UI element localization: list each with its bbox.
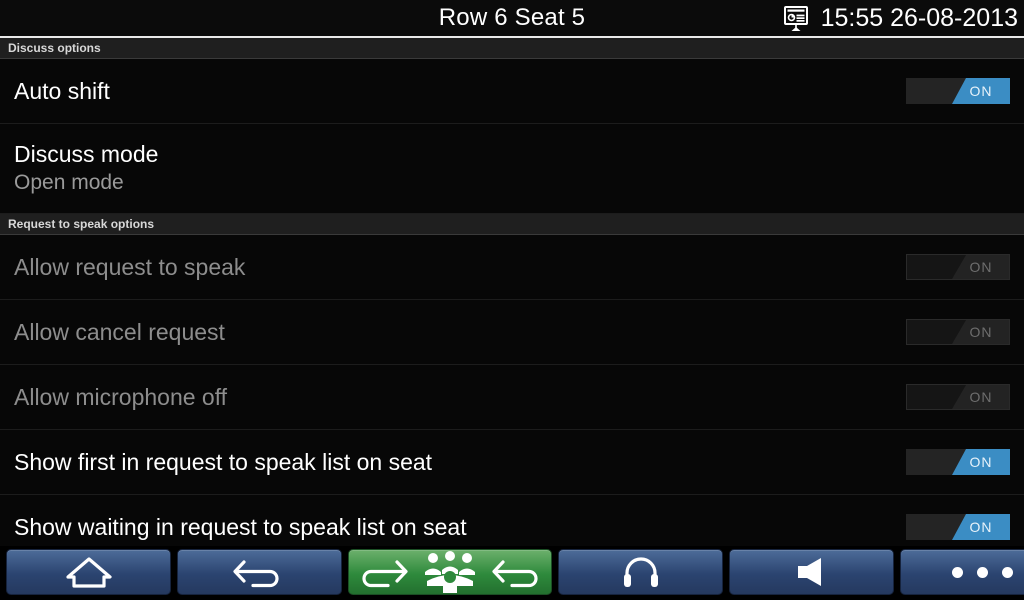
toggle-state-label: ON xyxy=(969,389,993,405)
discuss-mode-button[interactable] xyxy=(348,549,552,595)
toggle-allow-cancel-request[interactable]: ON xyxy=(906,319,1010,345)
row-subtitle: Open mode xyxy=(14,170,124,194)
request-to-speak-options-list: Allow request to speak ON Allow cancel r… xyxy=(0,235,1024,560)
clock-datetime: 15:55 26-08-2013 xyxy=(820,3,1018,32)
row-title: Show waiting in request to speak list on… xyxy=(14,513,467,540)
discuss-options-list: Auto shift ON Discuss mode Open mode xyxy=(0,59,1024,214)
dot xyxy=(977,566,988,578)
overflow-menu-icon xyxy=(952,566,1013,578)
headphones-icon xyxy=(621,554,661,590)
row-labels: Show first in request to speak list on s… xyxy=(14,449,432,475)
section-header-label: Request to speak options xyxy=(8,217,155,231)
presentation-screen-icon[interactable] xyxy=(781,3,811,33)
return-arrow-icon xyxy=(489,555,551,589)
conference-settings-screen: Row 6 Seat 5 15:55 26-08-2013 Discuss op… xyxy=(0,0,1024,600)
row-labels: Show waiting in request to speak list on… xyxy=(14,514,467,540)
volume-button[interactable] xyxy=(729,549,894,595)
home-icon xyxy=(63,555,115,589)
back-arrow-icon xyxy=(230,555,290,589)
row-allow-request-to-speak[interactable]: Allow request to speak ON xyxy=(0,235,1024,300)
row-allow-microphone-off[interactable]: Allow microphone off ON xyxy=(0,365,1024,430)
row-title: Discuss mode xyxy=(14,141,159,168)
toggle-state-label: ON xyxy=(969,519,993,535)
back-button[interactable] xyxy=(177,549,342,595)
row-title: Allow request to speak xyxy=(14,253,246,280)
bottom-toolbar xyxy=(0,546,1024,600)
toggle-state-label: ON xyxy=(969,454,993,470)
row-discuss-mode[interactable]: Discuss mode Open mode xyxy=(0,124,1024,214)
toggle-state-label: ON xyxy=(969,324,993,340)
row-labels: Allow microphone off xyxy=(14,384,227,410)
toggle-allow-request-to-speak[interactable]: ON xyxy=(906,254,1010,280)
page-title: Row 6 Seat 5 xyxy=(438,4,586,31)
section-header-label: Discuss options xyxy=(8,41,101,55)
overflow-menu-button[interactable] xyxy=(900,549,1024,595)
title-bar: Row 6 Seat 5 15:55 26-08-2013 xyxy=(0,0,1024,36)
toggle-show-waiting-in-request-list[interactable]: ON xyxy=(906,514,1010,540)
toggle-allow-microphone-off[interactable]: ON xyxy=(906,384,1010,410)
speaker-icon xyxy=(790,555,834,589)
titlebar-right-group: 15:55 26-08-2013 xyxy=(781,0,1018,36)
row-show-first-in-request-list[interactable]: Show first in request to speak list on s… xyxy=(0,430,1024,495)
home-button[interactable] xyxy=(6,549,171,595)
row-title: Auto shift xyxy=(14,77,110,104)
forward-arrow-icon xyxy=(349,555,411,589)
discuss-group-icon xyxy=(419,550,481,594)
row-labels: Discuss mode Open mode xyxy=(14,141,158,196)
toggle-state-label: ON xyxy=(969,259,993,275)
toggle-show-first-in-request-list[interactable]: ON xyxy=(906,449,1010,475)
toggle-state-label: ON xyxy=(969,83,993,99)
row-labels: Allow cancel request xyxy=(14,319,225,345)
row-labels: Allow request to speak xyxy=(14,254,245,280)
dot xyxy=(1002,566,1013,578)
toggle-auto-shift[interactable]: ON xyxy=(906,78,1010,104)
row-labels: Auto shift xyxy=(14,78,110,104)
row-allow-cancel-request[interactable]: Allow cancel request ON xyxy=(0,300,1024,365)
row-title: Show first in request to speak list on s… xyxy=(14,448,433,475)
row-title: Allow microphone off xyxy=(14,383,228,410)
section-header-request-to-speak-options: Request to speak options xyxy=(0,214,1024,235)
dot xyxy=(952,566,963,578)
section-header-discuss-options: Discuss options xyxy=(0,38,1024,59)
headphones-button[interactable] xyxy=(558,549,723,595)
row-auto-shift[interactable]: Auto shift ON xyxy=(0,59,1024,124)
row-title: Allow cancel request xyxy=(14,318,225,345)
